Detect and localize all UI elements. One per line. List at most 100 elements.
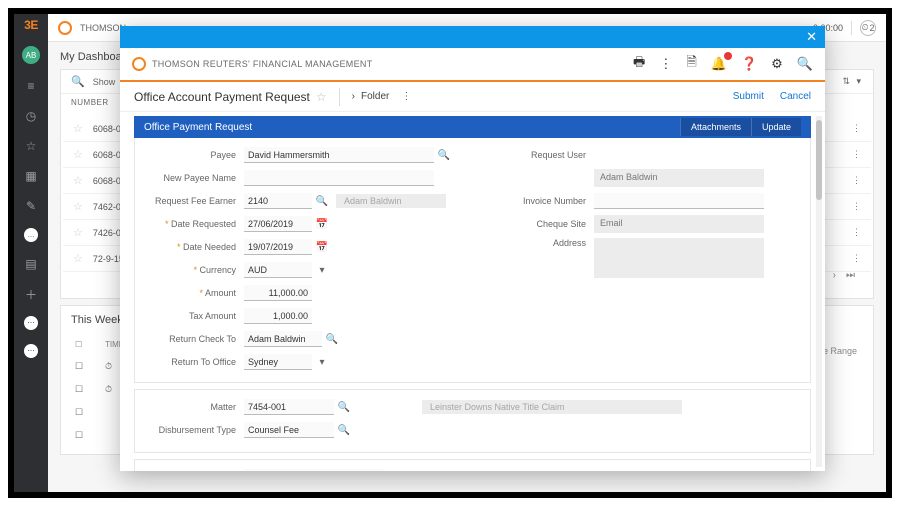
folder-menu-icon[interactable]: ⋮ <box>401 91 411 102</box>
date-needed-label: Date Needed <box>145 242 244 252</box>
matter-label: Matter <box>145 402 244 412</box>
nav-briefcase-icon[interactable]: ▦ <box>23 168 39 184</box>
star-icon[interactable]: ☆ <box>73 122 83 135</box>
nav-dot-2-icon[interactable]: ⋯ <box>24 316 38 330</box>
row-menu-icon[interactable]: ⋮ <box>852 201 861 212</box>
lookup-icon[interactable]: 🔍 <box>336 422 352 438</box>
currency-select[interactable] <box>244 262 312 278</box>
chevron-right-icon[interactable]: › <box>352 91 355 102</box>
chevron-down-icon[interactable]: ▾ <box>314 354 330 370</box>
row-menu-icon[interactable]: ⋮ <box>852 253 861 264</box>
gl-account-input[interactable] <box>244 469 384 471</box>
payment-request-modal: ✕ THOMSON REUTERS' FINANCIAL MANAGEMENT … <box>120 26 825 471</box>
print-icon[interactable]: 🖶 <box>633 53 645 75</box>
lookup-icon[interactable]: 🔍 <box>314 193 330 209</box>
return-check-label: Return Check To <box>145 334 244 344</box>
filter-icon[interactable]: ⇅ ▾ <box>842 76 863 87</box>
star-icon[interactable]: ☆ <box>73 226 83 239</box>
fee-earner-name: Adam Baldwin <box>336 194 446 208</box>
star-icon[interactable]: ☆ <box>73 174 83 187</box>
nav-dot-3-icon[interactable]: ⋯ <box>24 344 38 358</box>
calendar-icon[interactable]: 📅 <box>314 239 330 255</box>
return-office-label: Return To Office <box>145 357 244 367</box>
help-icon[interactable]: ❓ <box>741 56 757 72</box>
scrollbar-thumb[interactable] <box>816 120 822 200</box>
pager-last-icon[interactable]: ⏭ <box>846 270 855 281</box>
nav-star-icon[interactable]: ☆ <box>23 138 39 154</box>
row-menu-icon[interactable]: ⋮ <box>852 175 861 186</box>
stopwatch-icon[interactable]: ⏱ <box>105 361 112 372</box>
tax-input[interactable] <box>244 308 312 324</box>
save-icon[interactable]: 🗎 <box>686 53 696 75</box>
search-icon[interactable]: 🔍 <box>71 75 85 88</box>
nav-clock-icon[interactable]: ◷ <box>23 108 39 124</box>
return-check-input[interactable] <box>244 331 322 347</box>
nav-plus-icon[interactable]: ＋ <box>23 286 39 302</box>
currency-label: Currency <box>145 265 244 275</box>
invoice-number-input[interactable] <box>594 193 764 209</box>
lookup-icon[interactable]: 🔍 <box>436 147 452 163</box>
lookup-icon[interactable]: 🔍 <box>324 331 340 347</box>
thomson-logo-icon <box>58 21 72 35</box>
star-icon[interactable]: ☆ <box>73 200 83 213</box>
modal-brand-text: THOMSON REUTERS' FINANCIAL MANAGEMENT <box>152 59 373 69</box>
matter-input[interactable] <box>244 399 334 415</box>
close-icon[interactable]: ✕ <box>806 29 817 45</box>
gear-icon[interactable]: ⚙ <box>771 56 783 72</box>
notification-bell-icon[interactable]: 🔔 <box>711 56 727 72</box>
left-nav-rail: 3E AB ≡ ◷ ☆ ▦ ✎ … ▤ ＋ ⋯ ⋯ <box>14 14 48 492</box>
checkbox[interactable]: ☐ <box>75 384 89 395</box>
scrollbar[interactable] <box>816 116 822 467</box>
update-button[interactable]: Update <box>751 118 801 136</box>
payee-label: Payee <box>145 150 244 160</box>
modal-subheader: Office Account Payment Request ☆ › Folde… <box>120 82 825 112</box>
matter-desc: Leinster Downs Native Title Claim <box>422 400 682 414</box>
timer-count[interactable]: ⏲2 <box>860 20 876 36</box>
nav-edit-icon[interactable]: ✎ <box>23 198 39 214</box>
page-title: Office Account Payment Request <box>134 90 310 104</box>
date-requested-input[interactable] <box>244 216 312 232</box>
row-menu-icon[interactable]: ⋮ <box>852 227 861 238</box>
request-user-label: Request User <box>495 150 594 160</box>
return-office-select[interactable] <box>244 354 312 370</box>
amount-input[interactable] <box>244 285 312 301</box>
attachments-button[interactable]: Attachments <box>680 118 751 136</box>
address-box <box>594 238 764 278</box>
nav-dot-1-icon[interactable]: … <box>24 228 38 242</box>
lookup-icon[interactable]: 🔍 <box>386 469 402 471</box>
lookup-icon[interactable]: 🔍 <box>336 399 352 415</box>
nav-building-icon[interactable]: ▤ <box>23 256 39 272</box>
stopwatch-icon[interactable]: ⏱ <box>105 384 112 395</box>
pager-next-icon[interactable]: › <box>833 270 836 281</box>
nav-menu-icon[interactable]: ≡ <box>23 78 39 94</box>
disbursement-input[interactable] <box>244 422 334 438</box>
folder-crumb[interactable]: Folder <box>361 91 389 102</box>
chevron-down-icon[interactable]: ▾ <box>314 262 330 278</box>
star-icon[interactable]: ☆ <box>73 148 83 161</box>
submit-button[interactable]: Submit <box>733 91 764 102</box>
avatar[interactable]: AB <box>22 46 40 64</box>
show-label[interactable]: Show <box>93 77 116 87</box>
section-title: Office Payment Request <box>144 122 252 133</box>
fee-earner-input[interactable] <box>244 193 312 209</box>
star-icon[interactable]: ☆ <box>73 252 83 265</box>
checkbox[interactable]: ☐ <box>75 407 89 418</box>
cheque-site-label: Cheque Site <box>495 219 594 229</box>
modal-titlebar: ✕ <box>120 26 825 48</box>
date-needed-input[interactable] <box>244 239 312 255</box>
calendar-icon[interactable]: 📅 <box>314 216 330 232</box>
row-menu-icon[interactable]: ⋮ <box>852 149 861 160</box>
invoice-number-label: Invoice Number <box>495 196 594 206</box>
more-icon[interactable]: ⋮ <box>659 56 672 72</box>
fee-earner-label: Request Fee Earner <box>145 196 244 206</box>
star-icon[interactable]: ☆ <box>316 90 327 104</box>
request-user-value: Adam Baldwin <box>594 169 764 187</box>
cancel-button[interactable]: Cancel <box>780 91 811 102</box>
new-payee-label: New Payee Name <box>145 173 244 183</box>
checkbox[interactable]: ☐ <box>75 361 89 372</box>
new-payee-input[interactable] <box>244 170 434 186</box>
checkbox[interactable]: ☐ <box>75 430 89 441</box>
row-menu-icon[interactable]: ⋮ <box>852 123 861 134</box>
search-icon[interactable]: 🔍 <box>797 56 813 72</box>
payee-input[interactable] <box>244 147 434 163</box>
